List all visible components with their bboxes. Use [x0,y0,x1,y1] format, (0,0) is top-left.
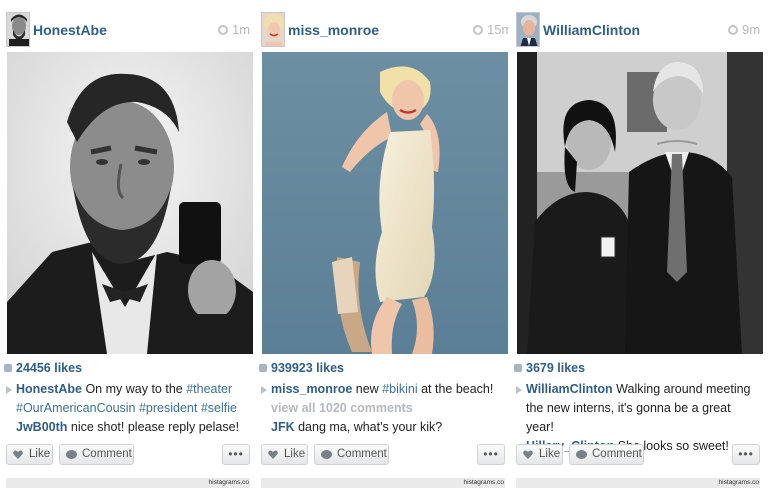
avatar[interactable] [516,12,540,47]
hashtag[interactable]: #president [139,401,197,415]
comment-text: dang ma, what's your kik? [294,420,443,434]
username[interactable]: HonestAbe [33,22,107,38]
comment-username[interactable]: HonestAbe [16,382,82,396]
comment-username[interactable]: miss_monroe [271,382,352,396]
brand-watermark: histagrams.co [463,479,504,486]
comment-label: Comment [337,448,387,460]
hashtag[interactable]: #bikini [382,382,417,396]
post-photo[interactable] [262,52,508,354]
like-label: Like [539,448,561,460]
comment: JwB00th nice shot! please reply pelase! [6,418,250,437]
hashtag[interactable]: #selfie [201,401,237,415]
username[interactable]: WilliamClinton [543,22,640,38]
like-label: Like [284,448,306,460]
action-bar: Like Comment ••• [516,444,760,466]
heart-icon [4,364,12,372]
comment-label: Comment [592,448,642,460]
post-photo[interactable] [517,52,763,354]
more-button[interactable]: ••• [477,444,505,465]
comment-button[interactable]: Comment [59,444,134,465]
likes-label: 24456 likes [16,361,83,375]
heart-icon [259,364,267,372]
comment-label: Comment [82,448,132,460]
hashtag[interactable]: #OurAmericanCousin [16,401,136,415]
avatar[interactable] [6,12,30,47]
triangle-icon [261,386,267,394]
heart-icon [268,450,278,459]
like-button[interactable]: Like [261,444,308,465]
brand-watermark: histagrams.co [208,479,249,486]
likes-label: 3679 likes [526,361,586,375]
more-button[interactable]: ••• [732,444,760,465]
speech-bubble-icon [321,450,332,459]
post-header: WilliamClinton 9m [516,9,764,49]
comment: JFK dang ma, what's your kik? [261,418,505,437]
avatar[interactable] [261,12,285,47]
triangle-icon [6,386,12,394]
view-all-comments[interactable]: view all 1020 comments [261,399,505,418]
time-label: 9m [742,22,761,37]
post-card: WilliamClinton 9m 3679 likes WilliamClin… [510,0,764,495]
clock-icon [218,25,228,35]
clock-icon [473,25,483,35]
comment-button[interactable]: Comment [569,444,644,465]
like-label: Like [29,448,51,460]
post-card: miss_monroe 15m 939923 likes miss_monroe… [255,0,509,495]
clock-icon [728,25,738,35]
comment-username[interactable]: WilliamClinton [526,382,613,396]
heart-icon [13,450,23,459]
comment-username[interactable]: JwB00th [16,420,67,434]
heart-icon [514,364,522,372]
speech-bubble-icon [66,450,77,459]
action-bar: Like Comment ••• [261,444,505,466]
comment-button[interactable]: Comment [314,444,389,465]
comment-text: new [352,382,383,396]
likes-label: 939923 likes [271,361,344,375]
post-header: HonestAbe 1m [6,9,254,49]
triangle-icon [516,386,522,394]
comment-text: at the beach! [417,382,494,396]
like-button[interactable]: Like [516,444,563,465]
comments-list: HonestAbe On my way to the #theater #Our… [6,380,250,437]
time-label: 1m [232,22,251,37]
hashtag[interactable]: #theater [186,382,232,396]
timestamp: 1m [218,22,254,37]
caption: miss_monroe new #bikini at the beach! [261,380,505,399]
timestamp: 9m [728,22,764,37]
time-label: 15m [487,22,509,37]
footer-bar: histagrams.co [6,478,250,488]
post-photo[interactable] [7,52,253,354]
more-button[interactable]: ••• [222,444,250,465]
comments-list: miss_monroe new #bikini at the beach! vi… [261,380,505,437]
caption: HonestAbe On my way to the #theater #Our… [6,380,250,418]
comment-username[interactable]: JFK [271,420,295,434]
comment-text: nice shot! please reply pelase! [67,420,240,434]
like-button[interactable]: Like [6,444,53,465]
action-bar: Like Comment ••• [6,444,250,466]
post-card: HonestAbe 1m 24456 likes HonestAbe On my… [0,0,254,495]
likes-count[interactable]: 24456 likes [4,361,83,375]
brand-watermark: histagrams.co [718,479,759,486]
view-all-link[interactable]: view all 1020 comments [271,401,413,415]
likes-count[interactable]: 939923 likes [259,361,344,375]
username[interactable]: miss_monroe [288,22,379,38]
post-header: miss_monroe 15m [261,9,509,49]
speech-bubble-icon [576,450,587,459]
caption: WilliamClinton Walking around meeting th… [516,380,760,437]
timestamp: 15m [473,22,509,37]
likes-count[interactable]: 3679 likes [514,361,586,375]
comment-text: On my way to the [81,382,187,396]
heart-icon [523,450,533,459]
footer-bar: histagrams.co [261,478,505,488]
footer-bar: histagrams.co [516,478,760,488]
